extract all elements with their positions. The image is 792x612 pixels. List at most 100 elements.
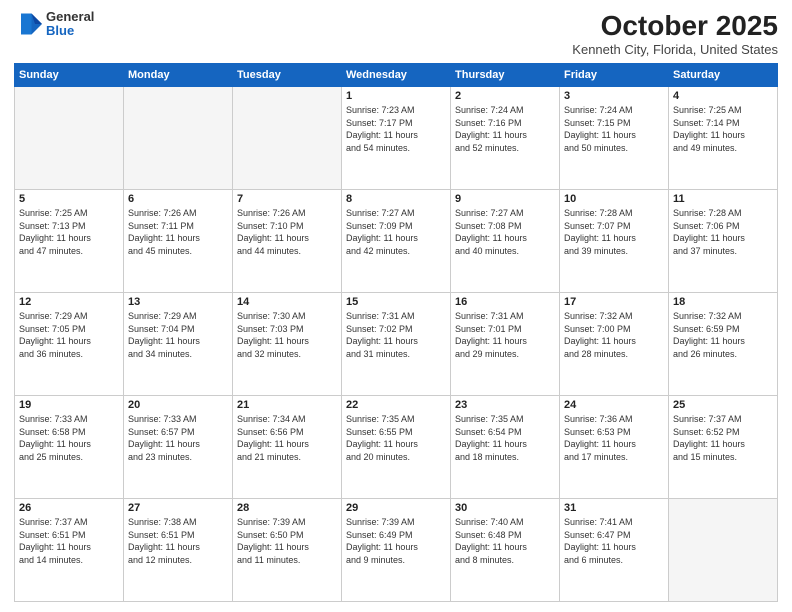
day-number: 23: [455, 399, 555, 411]
day-number: 6: [128, 193, 228, 205]
day-info: Sunrise: 7:41 AM Sunset: 6:47 PM Dayligh…: [564, 516, 664, 566]
calendar-header-tuesday: Tuesday: [233, 64, 342, 87]
calendar-week-row: 1 Sunrise: 7:23 AM Sunset: 7:17 PM Daylig…: [15, 87, 778, 190]
logo-text: General Blue: [46, 10, 94, 39]
day-number: 18: [673, 296, 773, 308]
day-info: Sunrise: 7:36 AM Sunset: 6:53 PM Dayligh…: [564, 413, 664, 463]
day-info: Sunrise: 7:39 AM Sunset: 6:49 PM Dayligh…: [346, 516, 446, 566]
location-title: Kenneth City, Florida, United States: [572, 42, 778, 57]
calendar-week-row: 26 Sunrise: 7:37 AM Sunset: 6:51 PM Dayli…: [15, 499, 778, 602]
day-number: 13: [128, 296, 228, 308]
calendar-week-row: 19 Sunrise: 7:33 AM Sunset: 6:58 PM Dayli…: [15, 396, 778, 499]
month-title: October 2025: [572, 10, 778, 42]
title-block: October 2025 Kenneth City, Florida, Unit…: [572, 10, 778, 57]
calendar-cell: 1 Sunrise: 7:23 AM Sunset: 7:17 PM Daylig…: [342, 87, 451, 190]
calendar-header-thursday: Thursday: [451, 64, 560, 87]
day-info: Sunrise: 7:31 AM Sunset: 7:01 PM Dayligh…: [455, 310, 555, 360]
day-number: 20: [128, 399, 228, 411]
calendar-cell: 30Sunrise: 7:40 AM Sunset: 6:48 PM Dayli…: [451, 499, 560, 602]
day-number: 1: [346, 90, 446, 102]
day-info: Sunrise: 7:24 AM Sunset: 7:15 PM Dayligh…: [564, 104, 664, 154]
calendar-cell: 14Sunrise: 7:30 AM Sunset: 7:03 PM Dayli…: [233, 293, 342, 396]
day-info: Sunrise: 7:40 AM Sunset: 6:48 PM Dayligh…: [455, 516, 555, 566]
calendar-cell: [15, 87, 124, 190]
calendar-cell: 24Sunrise: 7:36 AM Sunset: 6:53 PM Dayli…: [560, 396, 669, 499]
day-info: Sunrise: 7:37 AM Sunset: 6:51 PM Dayligh…: [19, 516, 119, 566]
calendar-cell: 25Sunrise: 7:37 AM Sunset: 6:52 PM Dayli…: [669, 396, 778, 499]
day-info: Sunrise: 7:26 AM Sunset: 7:10 PM Dayligh…: [237, 207, 337, 257]
day-info: Sunrise: 7:28 AM Sunset: 7:07 PM Dayligh…: [564, 207, 664, 257]
calendar-cell: 12Sunrise: 7:29 AM Sunset: 7:05 PM Dayli…: [15, 293, 124, 396]
day-info: Sunrise: 7:25 AM Sunset: 7:13 PM Dayligh…: [19, 207, 119, 257]
calendar-cell: 7 Sunrise: 7:26 AM Sunset: 7:10 PM Daylig…: [233, 190, 342, 293]
calendar-cell: [669, 499, 778, 602]
day-info: Sunrise: 7:39 AM Sunset: 6:50 PM Dayligh…: [237, 516, 337, 566]
day-info: Sunrise: 7:35 AM Sunset: 6:55 PM Dayligh…: [346, 413, 446, 463]
day-info: Sunrise: 7:33 AM Sunset: 6:57 PM Dayligh…: [128, 413, 228, 463]
calendar-header-monday: Monday: [124, 64, 233, 87]
day-number: 5: [19, 193, 119, 205]
day-number: 3: [564, 90, 664, 102]
logo-general-label: General: [46, 10, 94, 24]
calendar-cell: 8Sunrise: 7:27 AM Sunset: 7:09 PM Daylig…: [342, 190, 451, 293]
calendar-cell: [233, 87, 342, 190]
day-info: Sunrise: 7:25 AM Sunset: 7:14 PM Dayligh…: [673, 104, 773, 154]
day-info: Sunrise: 7:23 AM Sunset: 7:17 PM Dayligh…: [346, 104, 446, 154]
calendar-week-row: 5 Sunrise: 7:25 AM Sunset: 7:13 PM Daylig…: [15, 190, 778, 293]
day-number: 21: [237, 399, 337, 411]
day-number: 4: [673, 90, 773, 102]
day-number: 25: [673, 399, 773, 411]
day-info: Sunrise: 7:26 AM Sunset: 7:11 PM Dayligh…: [128, 207, 228, 257]
calendar-cell: 15 Sunrise: 7:31 AM Sunset: 7:02 PM Dayli…: [342, 293, 451, 396]
day-number: 2: [455, 90, 555, 102]
day-info: Sunrise: 7:38 AM Sunset: 6:51 PM Dayligh…: [128, 516, 228, 566]
day-number: 15: [346, 296, 446, 308]
day-number: 8: [346, 193, 446, 205]
day-info: Sunrise: 7:29 AM Sunset: 7:05 PM Dayligh…: [19, 310, 119, 360]
logo-icon: [14, 10, 42, 38]
calendar-cell: 9 Sunrise: 7:27 AM Sunset: 7:08 PM Daylig…: [451, 190, 560, 293]
day-number: 29: [346, 502, 446, 514]
calendar-cell: 18 Sunrise: 7:32 AM Sunset: 6:59 PM Dayli…: [669, 293, 778, 396]
day-info: Sunrise: 7:28 AM Sunset: 7:06 PM Dayligh…: [673, 207, 773, 257]
day-info: Sunrise: 7:32 AM Sunset: 7:00 PM Dayligh…: [564, 310, 664, 360]
day-info: Sunrise: 7:29 AM Sunset: 7:04 PM Dayligh…: [128, 310, 228, 360]
day-info: Sunrise: 7:30 AM Sunset: 7:03 PM Dayligh…: [237, 310, 337, 360]
day-number: 7: [237, 193, 337, 205]
day-info: Sunrise: 7:33 AM Sunset: 6:58 PM Dayligh…: [19, 413, 119, 463]
day-number: 28: [237, 502, 337, 514]
day-info: Sunrise: 7:27 AM Sunset: 7:08 PM Dayligh…: [455, 207, 555, 257]
calendar-cell: 16Sunrise: 7:31 AM Sunset: 7:01 PM Dayli…: [451, 293, 560, 396]
day-number: 31: [564, 502, 664, 514]
day-number: 19: [19, 399, 119, 411]
calendar-cell: 31 Sunrise: 7:41 AM Sunset: 6:47 PM Dayli…: [560, 499, 669, 602]
day-number: 17: [564, 296, 664, 308]
calendar-cell: 11Sunrise: 7:28 AM Sunset: 7:06 PM Dayli…: [669, 190, 778, 293]
calendar-table: SundayMondayTuesdayWednesdayThursdayFrid…: [14, 63, 778, 602]
calendar-cell: 21 Sunrise: 7:34 AM Sunset: 6:56 PM Dayli…: [233, 396, 342, 499]
logo: General Blue: [14, 10, 94, 39]
calendar-cell: 29 Sunrise: 7:39 AM Sunset: 6:49 PM Dayli…: [342, 499, 451, 602]
day-info: Sunrise: 7:31 AM Sunset: 7:02 PM Dayligh…: [346, 310, 446, 360]
calendar-header-wednesday: Wednesday: [342, 64, 451, 87]
calendar-cell: [124, 87, 233, 190]
calendar-cell: 27 Sunrise: 7:38 AM Sunset: 6:51 PM Dayli…: [124, 499, 233, 602]
day-info: Sunrise: 7:34 AM Sunset: 6:56 PM Dayligh…: [237, 413, 337, 463]
calendar-cell: 20 Sunrise: 7:33 AM Sunset: 6:57 PM Dayli…: [124, 396, 233, 499]
calendar-header-friday: Friday: [560, 64, 669, 87]
calendar-cell: 28 Sunrise: 7:39 AM Sunset: 6:50 PM Dayli…: [233, 499, 342, 602]
logo-blue-label: Blue: [46, 24, 94, 38]
calendar-header-saturday: Saturday: [669, 64, 778, 87]
calendar-cell: 22Sunrise: 7:35 AM Sunset: 6:55 PM Dayli…: [342, 396, 451, 499]
calendar-cell: 26 Sunrise: 7:37 AM Sunset: 6:51 PM Dayli…: [15, 499, 124, 602]
header: General Blue October 2025 Kenneth City, …: [14, 10, 778, 57]
calendar-cell: 6 Sunrise: 7:26 AM Sunset: 7:11 PM Daylig…: [124, 190, 233, 293]
calendar-cell: 2 Sunrise: 7:24 AM Sunset: 7:16 PM Daylig…: [451, 87, 560, 190]
day-info: Sunrise: 7:24 AM Sunset: 7:16 PM Dayligh…: [455, 104, 555, 154]
day-info: Sunrise: 7:32 AM Sunset: 6:59 PM Dayligh…: [673, 310, 773, 360]
day-info: Sunrise: 7:35 AM Sunset: 6:54 PM Dayligh…: [455, 413, 555, 463]
day-number: 26: [19, 502, 119, 514]
day-number: 27: [128, 502, 228, 514]
day-number: 9: [455, 193, 555, 205]
calendar-cell: 17 Sunrise: 7:32 AM Sunset: 7:00 PM Dayli…: [560, 293, 669, 396]
